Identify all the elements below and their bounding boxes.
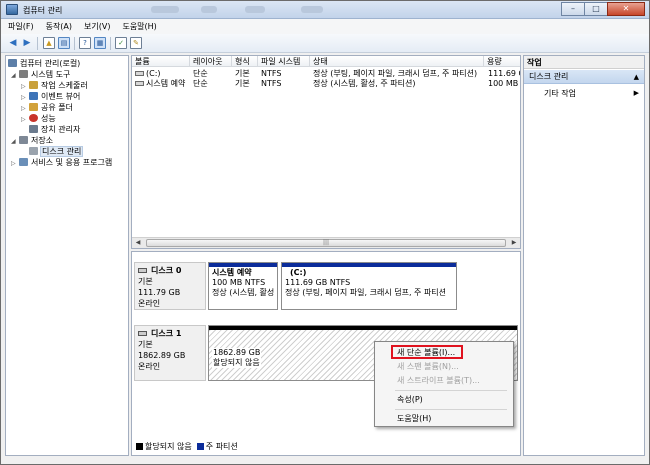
menu-item-properties[interactable]: 속성(P) bbox=[397, 395, 423, 405]
help-icon[interactable]: ? bbox=[79, 37, 91, 49]
disk-0-label[interactable]: 디스크 0 기본 111.79 GB 온라인 bbox=[134, 262, 206, 310]
tree-item-storage[interactable]: ◢ 저장소 bbox=[11, 135, 53, 146]
volume-list: 볼륨 레이아웃 형식 파일 시스템 상태 용량 (C:) 단순 기본 NTFS … bbox=[131, 55, 521, 249]
blurred-title-region bbox=[201, 6, 217, 13]
computer-management-window: 컴퓨터 관리 – □ ✕ 파일(F) 동작(A) 보기(V) 도움말(H) ◀ … bbox=[0, 0, 650, 465]
performance-icon bbox=[29, 114, 38, 122]
disk-1-label[interactable]: 디스크 1 기본 1862.89 GB 온라인 bbox=[134, 325, 206, 381]
disk-management-icon bbox=[29, 147, 38, 155]
tree-item-shared-folders[interactable]: ▷ 공유 폴더 bbox=[21, 102, 73, 113]
properties-icon[interactable]: ▦ bbox=[94, 37, 106, 49]
column-header-status[interactable]: 상태 bbox=[310, 56, 484, 67]
up-folder-icon[interactable]: ▲ bbox=[43, 37, 55, 49]
column-header-capacity[interactable]: 용량 bbox=[484, 56, 520, 67]
window-title: 컴퓨터 관리 bbox=[23, 6, 63, 15]
blurred-title-region bbox=[151, 6, 179, 13]
back-arrow-icon[interactable]: ◀ bbox=[7, 37, 19, 49]
menu-action[interactable]: 동작(A) bbox=[39, 21, 77, 32]
column-header-type[interactable]: 형식 bbox=[232, 56, 258, 67]
tree-item-task-scheduler[interactable]: ▷ 작업 스케줄러 bbox=[21, 80, 88, 91]
maximize-button[interactable]: □ bbox=[584, 2, 608, 16]
menu-view[interactable]: 보기(V) bbox=[77, 21, 115, 32]
blurred-title-region bbox=[301, 6, 323, 13]
event-viewer-icon bbox=[29, 92, 38, 100]
action-more-actions[interactable]: 기타 작업 bbox=[544, 89, 576, 99]
horizontal-scrollbar[interactable]: ◀ ||| ▶ bbox=[132, 237, 520, 248]
refresh-icon[interactable]: ✓ bbox=[115, 37, 127, 49]
column-header-volume[interactable]: 볼륨 bbox=[132, 56, 190, 67]
volume-icon bbox=[135, 81, 144, 86]
device-manager-icon bbox=[29, 125, 38, 133]
actions-pane: 작업 디스크 관리 ▲ 기타 작업 ▶ bbox=[523, 55, 645, 456]
scroll-left-icon[interactable]: ◀ bbox=[133, 239, 143, 247]
toolbar-separator bbox=[110, 37, 111, 50]
actions-group-disk-management[interactable]: 디스크 관리 ▲ bbox=[524, 70, 644, 84]
tree-item-disk-management[interactable]: 디스크 관리 bbox=[29, 146, 84, 157]
menu-item-new-simple-volume[interactable]: 새 단순 볼륨(I)... bbox=[397, 348, 455, 358]
tree-item-services-applications[interactable]: ▷ 서비스 및 응용 프로그램 bbox=[11, 157, 112, 168]
scroll-right-icon[interactable]: ▶ bbox=[509, 239, 519, 247]
actions-header: 작업 bbox=[524, 56, 644, 69]
blurred-title-region bbox=[245, 6, 265, 13]
clock-icon bbox=[29, 81, 38, 89]
toolbar-separator bbox=[37, 37, 38, 50]
legend-swatch-primary bbox=[196, 443, 204, 450]
computer-management-icon bbox=[6, 4, 18, 15]
tree-item-event-viewer[interactable]: ▷ 이벤트 뷰어 bbox=[21, 91, 80, 102]
menu-separator bbox=[395, 409, 507, 410]
computer-icon bbox=[8, 59, 17, 67]
collapse-up-icon[interactable]: ▲ bbox=[634, 70, 639, 84]
tree-item-device-manager[interactable]: 장치 관리자 bbox=[29, 124, 80, 135]
legend: 할당되지 않음 주 파티션 bbox=[136, 442, 238, 452]
menu-item-new-striped-volume: 새 스트라이프 볼륨(T)... bbox=[397, 376, 480, 385]
expand-triangle-icon[interactable]: ▷ bbox=[11, 158, 19, 169]
tree-item-computer-management[interactable]: 컴퓨터 관리(로컬) bbox=[8, 58, 80, 69]
menu-bar: 파일(F) 동작(A) 보기(V) 도움말(H) bbox=[1, 19, 649, 34]
disk-icon bbox=[138, 268, 147, 273]
legend-swatch-unallocated bbox=[136, 443, 143, 450]
toolbar: ◀ ▶ ▲ ▤ ? ▦ ✓ ✎ bbox=[1, 34, 649, 53]
shared-folder-icon bbox=[29, 103, 38, 111]
navigation-tree: 컴퓨터 관리(로컬) ◢ 시스템 도구 ▷ 작업 스케줄러 ▷ 이벤트 뷰어 ▷ 공유 … bbox=[5, 55, 129, 456]
tree-item-system-tools[interactable]: ◢ 시스템 도구 bbox=[11, 69, 70, 80]
scrollbar-thumb[interactable]: ||| bbox=[146, 239, 506, 247]
collapse-triangle-icon[interactable]: ◢ bbox=[11, 136, 19, 147]
menu-item-help[interactable]: 도움말(H) bbox=[397, 414, 431, 424]
expand-triangle-icon[interactable]: ▷ bbox=[21, 114, 29, 125]
menu-help[interactable]: 도움말(H) bbox=[115, 21, 161, 32]
show-hide-tree-icon[interactable]: ▤ bbox=[58, 37, 70, 49]
minimize-button[interactable]: – bbox=[561, 2, 585, 16]
menu-item-new-spanned-volume: 새 스팬 볼륨(N)... bbox=[397, 362, 459, 371]
window-controls: – □ ✕ bbox=[561, 2, 645, 16]
storage-icon bbox=[19, 136, 28, 144]
column-header-layout[interactable]: 레이아웃 bbox=[190, 56, 232, 67]
column-header-file-system[interactable]: 파일 시스템 bbox=[258, 56, 310, 67]
collapse-triangle-icon[interactable]: ◢ bbox=[11, 70, 19, 81]
disk-icon bbox=[138, 331, 147, 336]
title-bar[interactable]: 컴퓨터 관리 – □ ✕ bbox=[1, 1, 649, 19]
menu-separator bbox=[395, 390, 507, 391]
partition-system-reserved[interactable]: 시스템 예약 100 MB NTFS 정상 (시스템, 활성 bbox=[208, 262, 278, 310]
toolbar-separator bbox=[74, 37, 75, 50]
wizard-icon[interactable]: ✎ bbox=[130, 37, 142, 49]
submenu-arrow-icon[interactable]: ▶ bbox=[634, 89, 639, 97]
menu-file[interactable]: 파일(F) bbox=[1, 21, 39, 32]
partition-c-drive[interactable]: (C:) 111.69 GB NTFS 정상 (부팅, 페이지 파일, 크래시 … bbox=[281, 262, 457, 310]
context-menu: 새 단순 볼륨(I)... 새 스팬 볼륨(N)... 새 스트라이프 볼륨(T… bbox=[374, 341, 514, 427]
forward-arrow-icon[interactable]: ▶ bbox=[21, 37, 33, 49]
tree-item-performance[interactable]: ▷ 성능 bbox=[21, 113, 56, 124]
tools-icon bbox=[19, 70, 28, 78]
close-button[interactable]: ✕ bbox=[607, 2, 645, 16]
services-icon bbox=[19, 158, 28, 166]
volume-icon bbox=[135, 71, 144, 76]
